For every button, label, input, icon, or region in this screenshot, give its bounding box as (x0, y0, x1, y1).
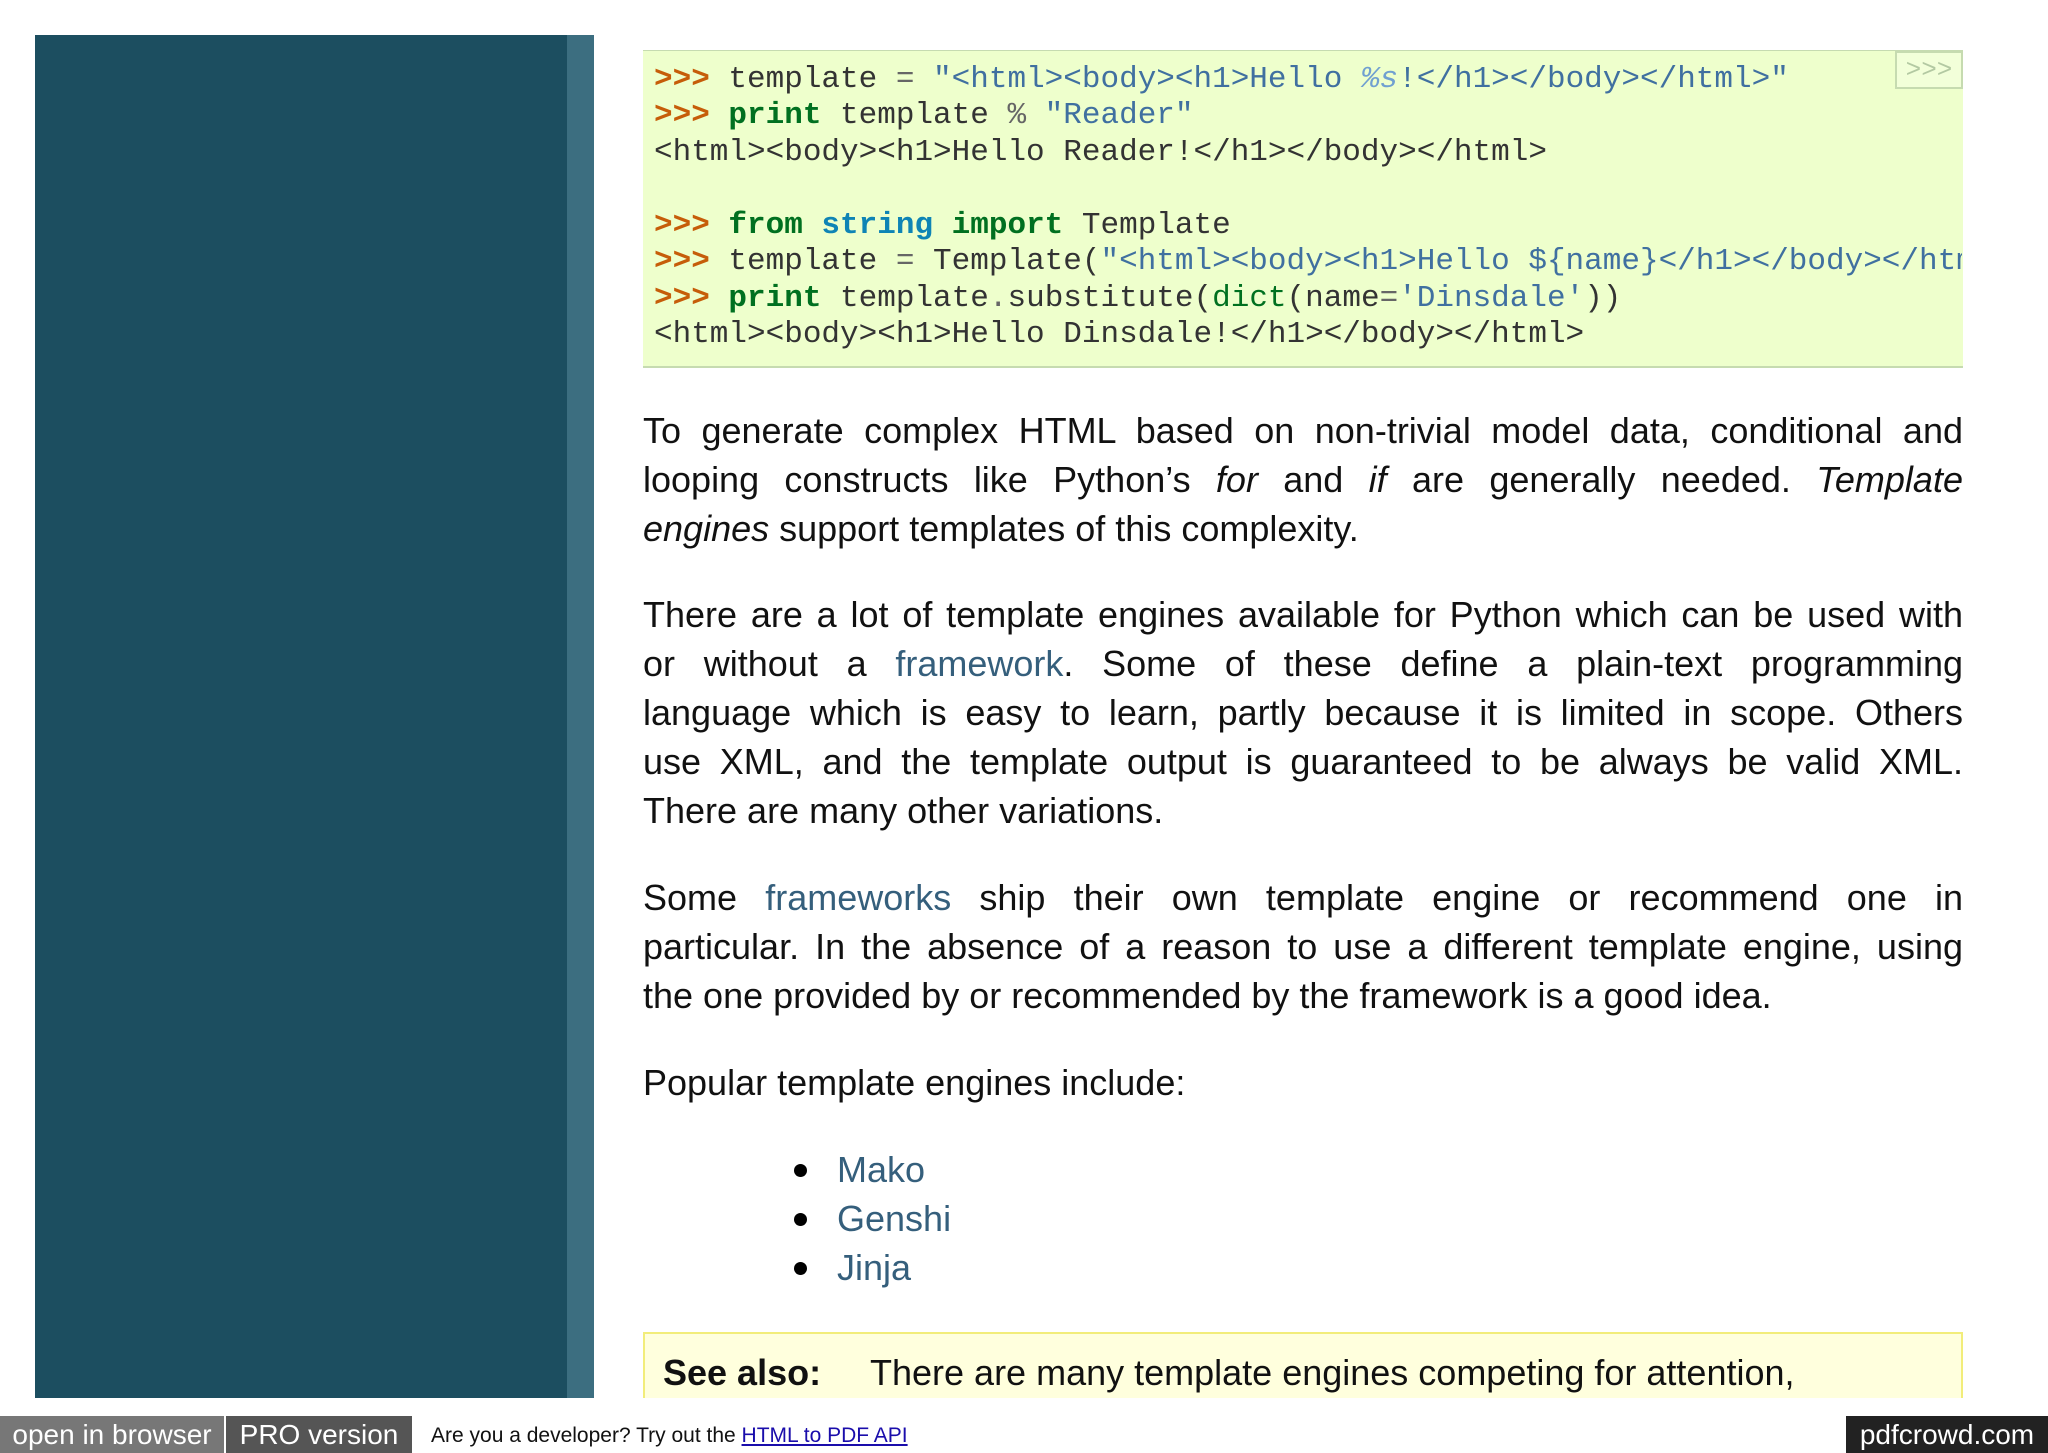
text-line: particular. In the absence of a reason t… (643, 926, 1963, 967)
see-also-text: There are many template engines competin… (870, 1352, 1795, 1393)
frameworks-link[interactable]: frameworks (765, 877, 951, 918)
html-to-pdf-api-link[interactable]: HTML to PDF API (742, 1424, 908, 1447)
open-in-browser-button[interactable]: open in browser (0, 1416, 224, 1453)
prompt: >>> (654, 244, 710, 279)
code-text: Template( (914, 244, 1101, 279)
code-operator: . (988, 281, 1008, 316)
paragraph-popular-engines: Popular template engines include: (643, 1058, 1963, 1107)
paragraph-template-engines: To generate complex HTML based on non-tr… (643, 406, 1963, 553)
footer-bar: open in browser PRO version Are you a de… (0, 1416, 2048, 1453)
framework-link[interactable]: framework (895, 643, 1063, 684)
text-line: engines support templates of this comple… (643, 504, 1963, 553)
code-module: string (802, 208, 934, 243)
pdfcrowd-brand-link[interactable]: pdfcrowd.com (1846, 1416, 2048, 1453)
code-string: 'Dinsdale' (1398, 281, 1585, 316)
code-block: >>> >>> template = "<html><body><h1>Hell… (643, 50, 1963, 368)
text-line: use XML, and the template output is guar… (643, 741, 1963, 782)
text-line: Popular template engines include: (643, 1062, 1186, 1103)
code-string: "Reader" (1026, 98, 1194, 133)
pro-version-button[interactable]: PRO version (226, 1416, 412, 1453)
code-line: >>> print template.substitute(dict(name=… (654, 281, 1621, 317)
bullet-icon (794, 1262, 807, 1275)
code-text: )) (1584, 281, 1622, 316)
code-line: >>> template = Template("<html><body><h1… (654, 244, 1962, 280)
text-line: or without a framework. Some of these de… (643, 639, 1963, 688)
code-keyword: print (709, 98, 822, 133)
code-operator: = (1379, 281, 1399, 316)
paragraph-available-engines: There are a lot of template engines avai… (643, 590, 1963, 835)
prompt: >>> (654, 281, 710, 316)
text-run: looping constructs like Python’s (643, 459, 1216, 500)
text-line: Some frameworks ship their own template … (643, 873, 1963, 922)
emphasis-engines: engines (643, 508, 770, 549)
text-line: There are a lot of template engines avai… (643, 594, 1963, 635)
code-keyword: import (933, 208, 1064, 243)
code-operator: = (895, 62, 915, 97)
code-text: Template (1063, 208, 1231, 243)
emphasis-template: Template (1816, 459, 1963, 500)
code-line: >>> template = "<html><body><h1>Hello %s… (654, 62, 1789, 98)
see-also-box: See also: There are many template engine… (643, 1332, 1963, 1398)
text-run: ship their own template engine or recomm… (951, 877, 1964, 918)
emphasis-for: for (1215, 459, 1258, 500)
developer-promo-text: Are you a developer? Try out the (431, 1424, 742, 1447)
text-line: looping constructs like Python’s for and… (643, 455, 1963, 504)
text-line: language which is easy to learn, partly … (643, 692, 1963, 733)
code-string: "<html><body><h1>Hello ${name}</h1></bod… (1100, 244, 1962, 279)
sidebar-edge (567, 35, 594, 1398)
code-string: "<html><body><h1>Hello (914, 62, 1361, 97)
see-also-title: See also: (663, 1352, 822, 1393)
code-output-line: <html><body><h1>Hello Dinsdale!</h1></bo… (654, 317, 1585, 352)
engine-link-genshi[interactable]: Genshi (837, 1198, 951, 1239)
text-run: and (1257, 459, 1369, 500)
developer-promo: Are you a developer? Try out the HTML to… (431, 1424, 908, 1448)
text-run: support templates of this complexity. (769, 508, 1359, 549)
prompt: >>> (654, 208, 710, 243)
text-line: To generate complex HTML based on non-tr… (643, 410, 1963, 451)
sidebar-panel (35, 35, 567, 1398)
code-keyword: from (709, 208, 803, 243)
list-item: Jinja (794, 1243, 951, 1292)
bullet-icon (794, 1164, 807, 1177)
prompt: >>> (654, 62, 710, 97)
text-run: Some (643, 877, 766, 918)
list-item: Mako (794, 1145, 951, 1194)
engine-link-jinja[interactable]: Jinja (837, 1247, 911, 1288)
code-operator: = (895, 244, 915, 279)
code-text: (name (1286, 281, 1380, 316)
text-run: . Some of these define a plain-text prog… (1063, 643, 1963, 684)
text-run: are generally needed. (1386, 459, 1817, 500)
code-text: template (709, 62, 896, 97)
text-line: the one provided by or recommended by th… (643, 975, 1772, 1016)
code-text: template (709, 244, 896, 279)
code-format-spec: %s (1360, 62, 1399, 97)
code-text: substitute( (1007, 281, 1213, 316)
text-run: or without a (643, 643, 896, 684)
code-text: template (821, 98, 1008, 133)
engine-link-mako[interactable]: Mako (837, 1149, 925, 1190)
list-item: Genshi (794, 1194, 951, 1243)
code-string: !</h1></body></html>" (1398, 62, 1789, 97)
code-line: >>> from string import Template (654, 208, 1231, 244)
code-text: template (821, 281, 989, 316)
code-keyword: print (709, 281, 822, 316)
engine-list: Mako Genshi Jinja (794, 1145, 951, 1292)
code-output-line: <html><body><h1>Hello Reader!</h1></body… (654, 135, 1547, 170)
emphasis-if: if (1368, 459, 1387, 500)
paragraph-frameworks: Some frameworks ship their own template … (643, 873, 1963, 1020)
bullet-icon (794, 1213, 807, 1226)
prompt: >>> (654, 98, 710, 133)
text-line: There are many other variations. (643, 790, 1164, 831)
copy-prompt-toggle-button[interactable]: >>> (1895, 51, 1963, 89)
code-operator: % (1007, 98, 1027, 133)
code-line: >>> print template % "Reader" (654, 98, 1194, 134)
code-builtin: dict (1212, 281, 1287, 316)
